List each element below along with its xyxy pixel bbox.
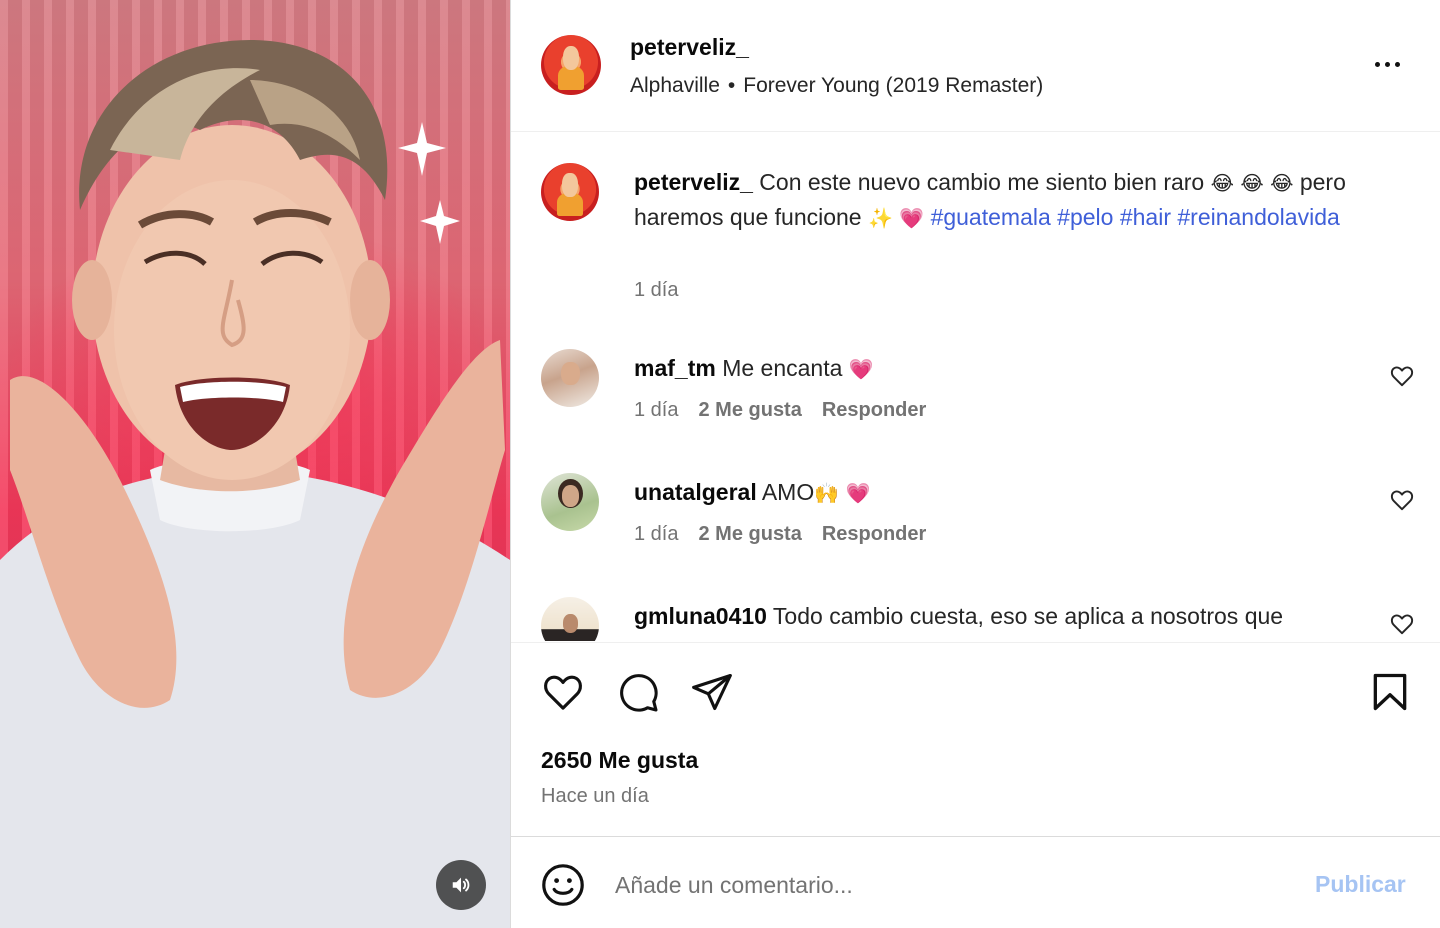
comment-meta: 1 día 2 Me gusta Responder (634, 523, 926, 546)
post-media[interactable] (0, 0, 510, 928)
caption-author-avatar[interactable] (541, 163, 599, 221)
comment-timestamp: 1 día (634, 399, 679, 421)
comment-meta: 1 día 2 Me gusta Responder (634, 399, 926, 422)
music-track[interactable]: Forever Young (2019 Remaster) (743, 74, 1043, 97)
reply-button[interactable]: Responder (822, 399, 926, 421)
commenter-username[interactable]: unatalgeral (634, 479, 757, 505)
comment-emoji: 💗 (848, 357, 874, 381)
caption-timestamp: 1 día (634, 279, 679, 301)
commenter-avatar[interactable] (541, 597, 599, 641)
comment-text: gmluna0410 Todo cambio cuesta, eso se ap… (634, 599, 1364, 633)
more-options-button[interactable] (1369, 50, 1405, 78)
comments-list[interactable]: peterveliz_ Con este nuevo cambio me sie… (511, 133, 1440, 641)
comment-composer: Publicar (511, 836, 1440, 928)
post-timestamp: Hace un día (541, 785, 649, 807)
comment-heart-icon[interactable] (1389, 487, 1415, 513)
speaker-icon (452, 877, 470, 893)
post-video-frame (0, 40, 510, 928)
comment-likes-count[interactable]: 2 Me gusta (698, 399, 801, 421)
comment-body: AMO (756, 479, 815, 505)
heart-icon (544, 675, 582, 710)
commenter-avatar[interactable] (541, 473, 599, 531)
share-icon (692, 673, 732, 711)
post-details-panel: peterveliz_ Alphaville • Forever Young (20… (511, 0, 1440, 928)
comment-heart-icon[interactable] (1389, 363, 1415, 389)
comment-icon (620, 674, 658, 712)
hashtag-link[interactable]: #hair (1120, 204, 1171, 230)
comment-body: Me encanta (715, 355, 849, 381)
save-button[interactable] (1367, 669, 1413, 715)
caption-text: peterveliz_ Con este nuevo cambio me sie… (634, 165, 1394, 235)
post-actions: 2650 Me gusta Hace un día (511, 642, 1440, 835)
comment-button[interactable] (615, 669, 661, 715)
publish-button[interactable]: Publicar (1315, 871, 1406, 898)
likes-count[interactable]: 2650 Me gusta (541, 747, 698, 774)
sound-toggle-button[interactable] (436, 860, 486, 910)
comment-likes-count[interactable]: 2 Me gusta (698, 523, 801, 545)
comment-item: maf_tm Me encanta 💗 1 día 2 Me gusta Respo… (511, 349, 1440, 469)
music-info[interactable]: Alphaville • Forever Young (2019 Remaster) (630, 74, 1043, 98)
music-separator: • (727, 74, 736, 97)
caption-emoji-sparkles-heart: ✨ 💗 (868, 206, 925, 230)
more-options-icon-dot (1384, 61, 1390, 67)
bookmark-icon (1373, 673, 1407, 711)
comment-input[interactable] (615, 863, 1265, 907)
hashtag-link[interactable]: #reinandolavida (1177, 204, 1339, 230)
comment-emoji: 🙌 💗 (814, 481, 871, 505)
more-options-icon-dot (1394, 61, 1400, 67)
commenter-avatar[interactable] (541, 349, 599, 407)
comment-item: unatalgeral AMO🙌 💗 1 día 2 Me gusta Respon… (511, 473, 1440, 593)
emoji-icon[interactable] (539, 861, 587, 909)
commenter-username[interactable]: gmluna0410 (634, 603, 767, 629)
caption-text-part1: Con este nuevo cambio me siento bien rar… (752, 169, 1211, 195)
author-username[interactable]: peterveliz_ (630, 34, 749, 61)
comment-heart-icon[interactable] (1389, 611, 1415, 637)
comment-text: maf_tm Me encanta 💗 (634, 351, 1364, 386)
author-avatar[interactable] (541, 35, 601, 95)
music-artist[interactable]: Alphaville (630, 74, 720, 97)
more-options-icon-dot (1374, 61, 1380, 67)
like-button[interactable] (540, 669, 586, 715)
caption-username[interactable]: peterveliz_ (634, 169, 753, 195)
post-header: peterveliz_ Alphaville • Forever Young (20… (511, 0, 1440, 132)
comment-item: gmluna0410 Todo cambio cuesta, eso se ap… (511, 597, 1440, 641)
comment-timestamp: 1 día (634, 523, 679, 545)
reply-button[interactable]: Responder (822, 523, 926, 545)
hashtag-link[interactable]: #guatemala (931, 204, 1051, 230)
commenter-username[interactable]: maf_tm (634, 355, 716, 381)
share-button[interactable] (689, 669, 735, 715)
hashtag-link[interactable]: #pelo (1057, 204, 1113, 230)
comment-text: unatalgeral AMO🙌 💗 (634, 475, 1364, 510)
caption-emoji-laugh: 😂 😂 😂 (1210, 171, 1294, 195)
comment-body: Todo cambio cuesta, eso se aplica a noso… (766, 603, 1284, 629)
